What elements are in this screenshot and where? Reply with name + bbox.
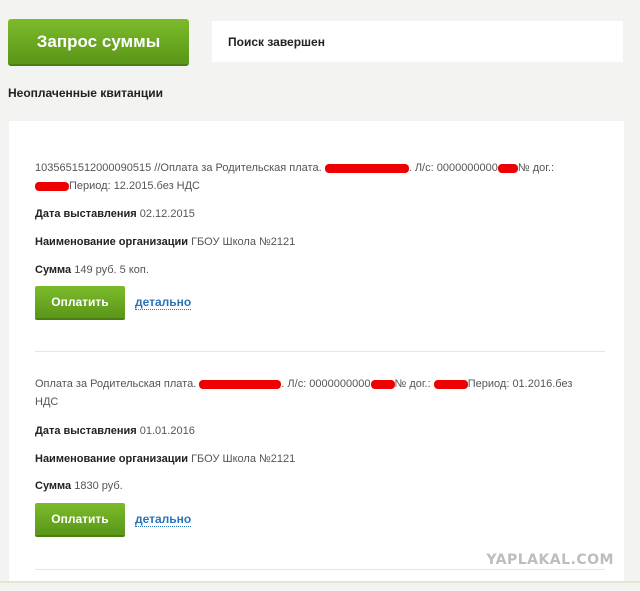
redaction-mark (433, 379, 468, 389)
details-link[interactable]: детально (135, 296, 192, 310)
bottom-border (0, 581, 640, 583)
redaction-mark (497, 163, 518, 173)
redaction-mark (324, 163, 409, 173)
search-status: Поиск завершен (212, 21, 623, 62)
redaction-mark (35, 181, 69, 191)
divider (35, 569, 605, 570)
pay-button[interactable]: Оплатить (35, 503, 125, 535)
amount: Сумма 1830 руб. (35, 480, 123, 492)
pay-button[interactable]: Оплатить (35, 286, 125, 318)
redaction-mark (370, 379, 395, 389)
amount: Сумма 149 руб. 5 коп. (35, 264, 149, 276)
receipt-description: 1035651512000090515 //Оплата за Родитель… (35, 162, 555, 192)
watermark: YAPLAKAL.COM (486, 552, 614, 568)
redaction-mark (199, 379, 282, 389)
section-title: Неоплаченные квитанции (8, 86, 163, 100)
request-amount-button[interactable]: Запрос суммы (8, 19, 189, 64)
receipt-item: 1035651512000090515 //Оплата за Родитель… (35, 159, 605, 195)
details-link[interactable]: детально (135, 513, 192, 527)
organization-name: Наименование организации ГБОУ Школа №212… (35, 236, 296, 248)
receipt-description: Оплата за Родительская плата. . Л/с: 000… (35, 378, 573, 408)
issue-date: Дата выставления 02.12.2015 (35, 208, 195, 220)
divider (35, 351, 605, 352)
issue-date: Дата выставления 01.01.2016 (35, 425, 195, 437)
receipts-panel: 1035651512000090515 //Оплата за Родитель… (9, 121, 624, 583)
receipt-item: Оплата за Родительская плата. . Л/с: 000… (35, 375, 605, 411)
organization-name: Наименование организации ГБОУ Школа №212… (35, 453, 296, 465)
search-status-text: Поиск завершен (228, 34, 325, 49)
